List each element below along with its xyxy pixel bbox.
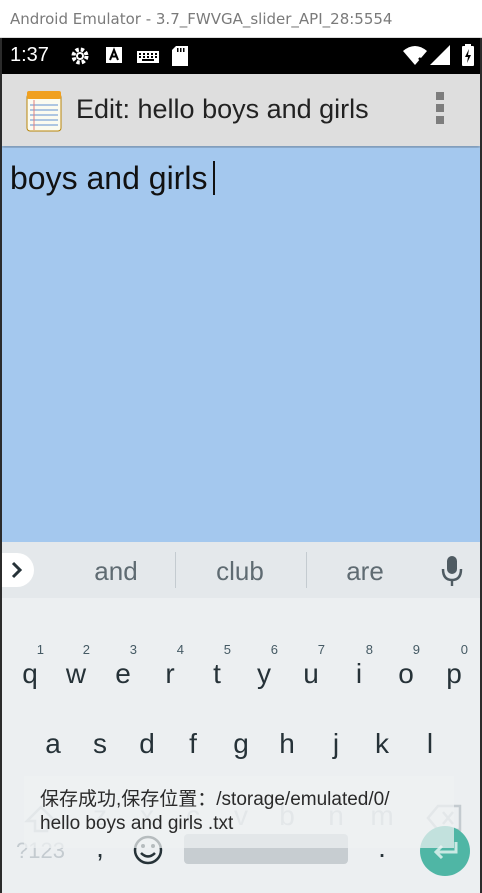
key-k[interactable]: k — [368, 728, 396, 760]
key-j[interactable]: j — [322, 728, 350, 760]
emulator-title: Android Emulator - 3.7_FWVGA_slider_API_… — [10, 10, 393, 28]
key-hint: 9 — [412, 642, 420, 657]
toast-line-2: hello boys and girls .txt — [40, 813, 234, 834]
key-hint: 1 — [36, 642, 44, 657]
signal-icon — [430, 45, 450, 65]
sd-card-icon — [172, 46, 188, 66]
key-y[interactable]: y6 — [250, 642, 278, 690]
key-h[interactable]: h — [273, 728, 301, 760]
text-cursor — [213, 161, 216, 195]
key-a[interactable]: a — [39, 728, 67, 760]
key-q[interactable]: q1 — [16, 642, 44, 690]
key-label: y — [257, 658, 271, 689]
microphone-icon[interactable] — [440, 554, 464, 588]
key-hint: 3 — [129, 642, 137, 657]
key-d[interactable]: d — [133, 728, 161, 760]
key-hint: 7 — [317, 642, 325, 657]
key-u[interactable]: u7 — [297, 642, 325, 690]
key-label: q — [22, 658, 38, 689]
a-icon — [106, 47, 122, 63]
notepad-icon — [26, 91, 62, 132]
note-editor[interactable]: boys and girls — [2, 148, 480, 542]
key-label: i — [355, 658, 363, 689]
key-g[interactable]: g — [227, 728, 255, 760]
suggestion-2[interactable]: club — [180, 556, 300, 587]
key-i[interactable]: i8 — [345, 642, 373, 690]
key-f[interactable]: f — [179, 728, 207, 760]
page-title: Edit: hello boys and girls — [76, 94, 369, 124]
gear-icon — [71, 47, 89, 65]
expand-suggestions-button[interactable] — [2, 553, 34, 587]
key-hint: 2 — [82, 642, 90, 657]
key-label: w — [65, 658, 87, 689]
emulator-title-bar: Android Emulator - 3.7_FWVGA_slider_API_… — [0, 0, 482, 38]
action-bar: Edit: hello boys and girls — [2, 74, 480, 146]
toast-line-1: 保存成功,保存位置：/storage/emulated/0/ — [40, 789, 390, 810]
key-r[interactable]: r4 — [156, 642, 184, 690]
editor-text: boys and girls — [10, 160, 208, 196]
key-o[interactable]: o9 — [392, 642, 420, 690]
key-p[interactable]: p0 — [440, 642, 468, 690]
key-hint: 4 — [176, 642, 184, 657]
key-t[interactable]: t5 — [203, 642, 231, 690]
key-label: t — [213, 658, 221, 689]
wifi-icon — [403, 46, 427, 65]
key-label: r — [165, 658, 175, 689]
status-bar: 1:37 — [2, 38, 480, 74]
overflow-menu-icon[interactable] — [430, 92, 450, 128]
key-hint: 6 — [270, 642, 278, 657]
key-l[interactable]: l — [416, 728, 444, 760]
key-label: o — [398, 658, 414, 689]
chevron-right-icon — [11, 561, 23, 579]
suggestion-divider — [175, 552, 176, 588]
key-hint: 8 — [365, 642, 373, 657]
key-label: p — [446, 658, 462, 689]
save-toast: 保存成功,保存位置：/storage/emulated/0/ hello boy… — [24, 776, 454, 848]
suggestion-3[interactable]: are — [305, 556, 425, 587]
key-label: e — [115, 658, 131, 689]
key-e[interactable]: e3 — [109, 642, 137, 690]
battery-icon — [462, 44, 474, 66]
keyboard-icon — [137, 51, 159, 63]
soft-keyboard: and club are q1w2e3r4t5y6u7i8o9p0 asdfgh… — [2, 542, 480, 893]
key-s[interactable]: s — [86, 728, 114, 760]
device-screen: 1:37 Edit: hello boys and girls boys and… — [0, 38, 482, 893]
status-time: 1:37 — [10, 44, 49, 66]
key-w[interactable]: w2 — [62, 642, 90, 690]
key-hint: 0 — [460, 642, 468, 657]
suggestion-1[interactable]: and — [56, 556, 176, 587]
editor-text-wrap[interactable]: boys and girls — [10, 160, 216, 197]
key-label: u — [303, 658, 319, 689]
suggestion-strip: and club are — [2, 542, 480, 598]
key-hint: 5 — [223, 642, 231, 657]
